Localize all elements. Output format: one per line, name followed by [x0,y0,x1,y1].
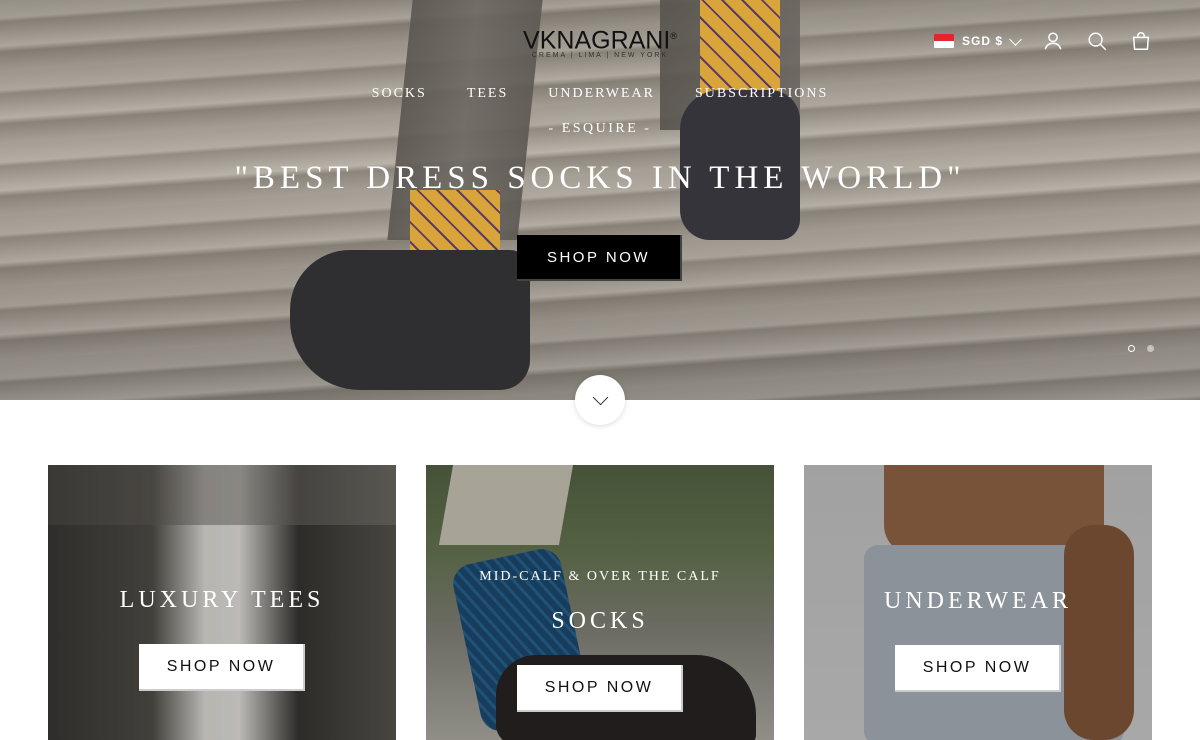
collection-title: SOCKS [551,608,649,634]
currency-label: SGD $ [961,34,1003,48]
collection-grid: LUXURY TEES SHOP NOW MID-CALF & OVER THE… [48,465,1152,740]
collection-subtitle: MID-CALF & OVER THE CALF [479,569,721,584]
hero-subheading: - ESQUIRE - [548,121,652,136]
hero-image-shoe [290,250,530,390]
collection-card-socks[interactable]: MID-CALF & OVER THE CALF SOCKS SHOP NOW [426,465,774,740]
collection-card-underwear[interactable]: UNDERWEAR SHOP NOW [804,465,1152,740]
logo-brand: VKNAGRANI [523,26,671,55]
hero-banner: VKNAGRANI® CREMA | LIMA | NEW YORK SOCKS… [0,0,1200,400]
nav-item-tees[interactable]: TEES [467,86,508,102]
site-logo[interactable]: VKNAGRANI® CREMA | LIMA | NEW YORK [500,22,700,59]
chevron-down-icon [1009,32,1022,46]
header-actions: SGD $ [933,30,1152,52]
slide-dot-2[interactable] [1147,345,1154,352]
collection-title: LUXURY TEES [119,587,325,613]
nav-item-underwear[interactable]: UNDERWEAR [548,86,655,102]
slideshow-dots [1128,345,1154,352]
nav-item-subscriptions[interactable]: SUBSCRIPTIONS [695,86,828,102]
logo-mark: ® [670,31,677,41]
slide-dot-1[interactable] [1128,345,1135,352]
hero-shop-now-button[interactable]: SHOP NOW [517,235,682,281]
underwear-shop-now-button[interactable]: SHOP NOW [895,645,1061,692]
collection-title: UNDERWEAR [884,588,1072,614]
chevron-down-icon [592,389,608,406]
tees-shop-now-button[interactable]: SHOP NOW [139,644,305,691]
socks-shop-now-button[interactable]: SHOP NOW [517,665,683,712]
collection-card-tees[interactable]: LUXURY TEES SHOP NOW [48,465,396,740]
search-icon[interactable] [1086,30,1108,52]
singapore-flag-icon [933,34,954,48]
main-nav: SOCKS TEES UNDERWEAR SUBSCRIPTIONS [0,86,1200,102]
account-icon[interactable] [1042,30,1064,52]
hero-image-sock-2 [700,0,780,95]
hero-title: "BEST DRESS SOCKS IN THE WORLD" [234,160,966,196]
currency-selector[interactable]: SGD $ [933,32,1022,48]
cart-bag-icon[interactable] [1130,30,1152,52]
nav-item-socks[interactable]: SOCKS [372,86,427,102]
scroll-down-button[interactable] [575,375,625,425]
